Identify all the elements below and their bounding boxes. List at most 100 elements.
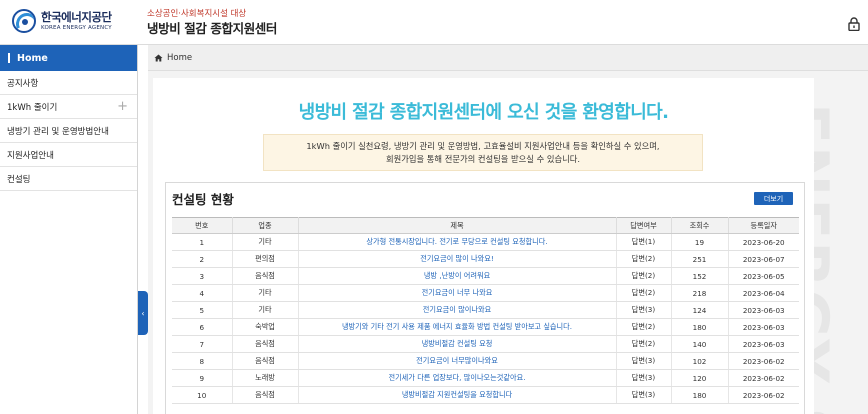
cell-date: 2023-06-02: [728, 369, 799, 387]
cell-date: 2023-06-02: [728, 386, 799, 404]
cell-no: 4: [172, 284, 233, 302]
cell-date: 2023-06-03: [728, 301, 799, 319]
cell-title[interactable]: 냉방 ,난방이 어려워요: [298, 267, 617, 285]
cell-biz: 음식점: [232, 335, 299, 353]
cell-views: 140: [671, 335, 729, 353]
more-button[interactable]: 더보기: [754, 192, 793, 205]
sidebar: Home 공지사항 1kWh 줄이기 + 냉방기 관리 및 운영방법안내 지원사…: [0, 45, 138, 414]
cell-answer: 답변(2): [616, 284, 672, 302]
cell-views: 124: [671, 301, 729, 319]
column-header: 번호: [172, 217, 233, 234]
consulting-table-body: 1 기타 상가형 전통시장입니다. 전기로 무당으로 컨설팅 요청합니다. 답변(1)…: [172, 233, 799, 404]
cell-date: 2023-06-20: [728, 233, 799, 251]
cell-date: 2023-06-03: [728, 318, 799, 336]
cell-title[interactable]: 전기요금이 많이 나와요!: [298, 250, 617, 268]
breadcrumb-home-label[interactable]: Home: [167, 53, 192, 63]
kea-logo-icon: [12, 9, 36, 33]
main-content: Home ENERGY SO 냉방비 절감 종합지원센터에 오신 것을 환영합니…: [148, 45, 868, 414]
column-header: 업종: [232, 217, 299, 234]
cell-answer: 답변(3): [616, 386, 672, 404]
cell-title[interactable]: 전기요금이 많이나와요: [298, 301, 617, 319]
cell-title[interactable]: 전기요금이 너무많이나와요: [298, 352, 617, 370]
consulting-status-section: 컨설팅 현황 더보기 번호 업종 제목 답변여부 조회수 등록일자 1 기타 상가형…: [165, 182, 805, 414]
cell-answer: 답변(3): [616, 369, 672, 387]
cell-biz: 편의점: [232, 250, 299, 268]
cell-date: 2023-06-05: [728, 267, 799, 285]
sidebar-home-label: Home: [17, 52, 48, 64]
cell-views: 180: [671, 386, 729, 404]
service-title: 냉방비 절감 종합지원센터: [147, 21, 278, 36]
sidebar-item-home[interactable]: Home: [0, 45, 137, 71]
cell-biz: 음식점: [232, 352, 299, 370]
table-row[interactable]: 9 노래방 전기세가 다른 업장보다, 많이나오는것같아요. 답변(3) 120 2023…: [172, 369, 799, 387]
cell-title[interactable]: 냉방비절감 컨설팅 요청: [298, 335, 617, 353]
sidebar-collapse-button[interactable]: ‹: [138, 291, 148, 335]
cell-answer: 답변(1): [616, 233, 672, 251]
table-row[interactable]: 7 음식점 냉방비절감 컨설팅 요청 답변(2) 140 2023-06-03: [172, 335, 799, 353]
cell-title[interactable]: 상가형 전통시장입니다. 전기로 무당으로 컨설팅 요청합니다.: [298, 233, 617, 251]
table-row[interactable]: 6 숙박업 냉방기와 기타 전기 사용 제품 에너지 효율화 방법 컨설팅 받아보고…: [172, 318, 799, 336]
table-header-row: 번호 업종 제목 답변여부 조회수 등록일자: [172, 217, 799, 234]
cell-title[interactable]: 전기요금이 너무 나와요: [298, 284, 617, 302]
table-row[interactable]: 4 기타 전기요금이 너무 나와요 답변(2) 218 2023-06-04: [172, 284, 799, 302]
cell-biz: 노래방: [232, 369, 299, 387]
cell-biz: 음식점: [232, 386, 299, 404]
welcome-notice: 1kWh 줄이기 실천요령, 냉방기 관리 및 운영방법, 고효율설비 지원사업…: [263, 134, 703, 171]
sidebar-item-consulting[interactable]: 컨설팅: [0, 167, 137, 191]
table-row[interactable]: 8 음식점 전기요금이 너무많이나와요 답변(3) 102 2023-06-02: [172, 352, 799, 370]
cell-views: 152: [671, 267, 729, 285]
sidebar-item-label: 컨설팅: [7, 174, 31, 185]
cell-no: 2: [172, 250, 233, 268]
cell-answer: 답변(2): [616, 267, 672, 285]
cell-views: 218: [671, 284, 729, 302]
welcome-heading: 냉방비 절감 종합지원센터에 오신 것을 환영합니다.: [298, 102, 669, 123]
cell-answer: 답변(2): [616, 318, 672, 336]
home-icon: [154, 54, 163, 61]
cell-title[interactable]: 전기세가 다른 업장보다, 많이나오는것같아요.: [298, 369, 617, 387]
sidebar-item-ac-management[interactable]: 냉방기 관리 및 운영방법안내: [0, 119, 137, 143]
lock-icon[interactable]: [848, 17, 860, 31]
sidebar-item-label: 공지사항: [7, 78, 39, 89]
service-title-block: 소상공인·사회복지시설 대상 냉방비 절감 종합지원센터: [147, 9, 277, 37]
kea-logo[interactable]: 한국에너지공단 KOREA ENERGY AGENCY: [12, 9, 112, 33]
content-panel: 냉방비 절감 종합지원센터에 오신 것을 환영합니다. 1kWh 줄이기 실천요…: [153, 78, 814, 414]
sidebar-item-label: 지원사업안내: [7, 150, 54, 161]
sidebar-item-1kwh[interactable]: 1kWh 줄이기 +: [0, 95, 137, 119]
sidebar-item-label: 냉방기 관리 및 운영방법안내: [7, 126, 109, 137]
consulting-status-title: 컨설팅 현황: [172, 192, 234, 207]
cell-answer: 답변(2): [616, 335, 672, 353]
cell-title[interactable]: 냉방기와 기타 전기 사용 제품 에너지 효율화 방법 컨설팅 받아보고 싶습니…: [298, 318, 617, 336]
cell-no: 7: [172, 335, 233, 353]
cell-date: 2023-06-04: [728, 284, 799, 302]
cell-answer: 답변(2): [616, 250, 672, 268]
column-header: 등록일자: [728, 217, 799, 234]
table-row[interactable]: 3 음식점 냉방 ,난방이 어려워요 답변(2) 152 2023-06-05: [172, 267, 799, 285]
cell-biz: 기타: [232, 284, 299, 302]
table-row[interactable]: 2 편의점 전기요금이 많이 나와요! 답변(2) 251 2023-06-07: [172, 250, 799, 268]
cell-no: 5: [172, 301, 233, 319]
table-row[interactable]: 5 기타 전기요금이 많이나와요 답변(3) 124 2023-06-03: [172, 301, 799, 319]
column-header: 조회수: [671, 217, 729, 234]
cell-date: 2023-06-07: [728, 250, 799, 268]
chevron-left-icon: ‹: [141, 308, 145, 318]
cell-answer: 답변(3): [616, 301, 672, 319]
column-header: 답변여부: [616, 217, 672, 234]
cell-views: 180: [671, 318, 729, 336]
notice-line-2: 회원가입을 통해 전문가의 컨설팅을 받으실 수 있습니다.: [385, 154, 581, 164]
sidebar-item-support[interactable]: 지원사업안내: [0, 143, 137, 167]
cell-no: 10: [172, 386, 233, 404]
service-subtitle: 소상공인·사회복지시설 대상: [147, 9, 247, 19]
cell-views: 19: [671, 233, 729, 251]
cell-biz: 숙박업: [232, 318, 299, 336]
table-row[interactable]: 1 기타 상가형 전통시장입니다. 전기로 무당으로 컨설팅 요청합니다. 답변(1)…: [172, 233, 799, 251]
cell-no: 3: [172, 267, 233, 285]
cell-no: 8: [172, 352, 233, 370]
sidebar-item-notice[interactable]: 공지사항: [0, 71, 137, 95]
table-row[interactable]: 10 음식점 냉방비절감 지원컨설팅을 요청합니다 답변(3) 180 2023-06-0…: [172, 386, 799, 404]
cell-date: 2023-06-02: [728, 352, 799, 370]
expand-plus-icon[interactable]: +: [117, 100, 128, 113]
cell-views: 102: [671, 352, 729, 370]
column-header: 제목: [298, 217, 617, 234]
cell-views: 251: [671, 250, 729, 268]
cell-title[interactable]: 냉방비절감 지원컨설팅을 요청합니다: [298, 386, 617, 404]
